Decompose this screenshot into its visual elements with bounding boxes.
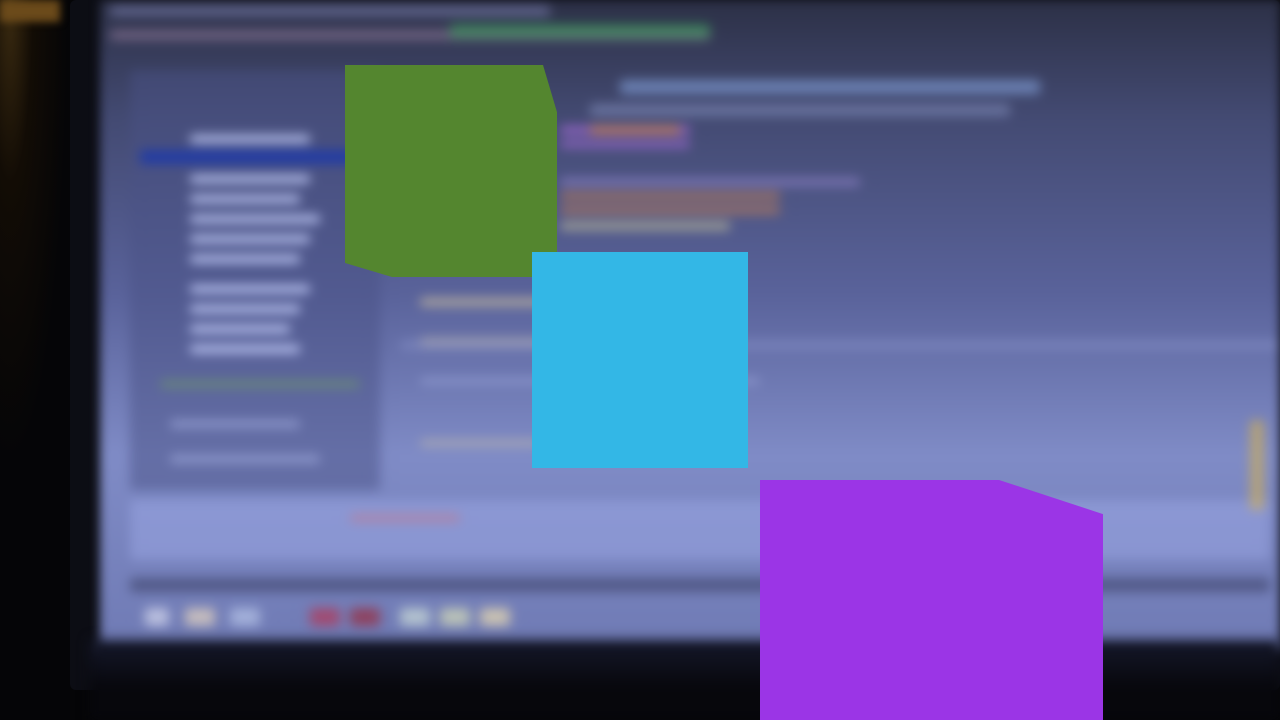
tab-strip — [590, 104, 1010, 116]
taskbar-icon — [230, 608, 260, 626]
tree-row — [190, 255, 300, 263]
tree-row — [190, 345, 300, 353]
taskbar-icon — [400, 608, 430, 626]
code-line — [420, 440, 540, 446]
code-line — [560, 178, 860, 186]
tree-row — [170, 420, 300, 428]
code-line — [560, 192, 780, 200]
toolbar-row — [110, 6, 550, 16]
tree-row-green — [160, 380, 360, 388]
green-patch — [345, 65, 557, 277]
purple-patch — [760, 480, 1103, 720]
tree-row — [190, 285, 310, 293]
tree-row — [190, 305, 300, 313]
code-line — [560, 206, 780, 214]
taskbar-icon — [310, 608, 340, 626]
taskbar-icon — [185, 608, 215, 626]
selected-tree-row — [140, 150, 360, 164]
scrollbar — [1250, 420, 1264, 510]
tab-strip — [620, 80, 1040, 94]
tree-row — [190, 215, 320, 223]
bottom-panel-text — [350, 515, 460, 521]
photo-scene — [0, 0, 1280, 720]
toolbar-accent — [450, 24, 710, 38]
code-line — [590, 126, 680, 134]
taskbar-icon — [440, 608, 470, 626]
tree-row — [170, 455, 320, 463]
tree-row — [190, 235, 310, 243]
taskbar-icon — [480, 608, 510, 626]
cyan-patch — [532, 252, 748, 468]
ambient-light-spot — [0, 0, 60, 22]
tree-row — [190, 195, 300, 203]
tree-row — [190, 135, 310, 143]
tree-row — [190, 325, 290, 333]
taskbar-icon — [350, 608, 380, 626]
code-line — [560, 222, 730, 230]
code-line — [560, 140, 690, 148]
taskbar-icon — [145, 608, 169, 626]
tree-row — [190, 175, 310, 183]
